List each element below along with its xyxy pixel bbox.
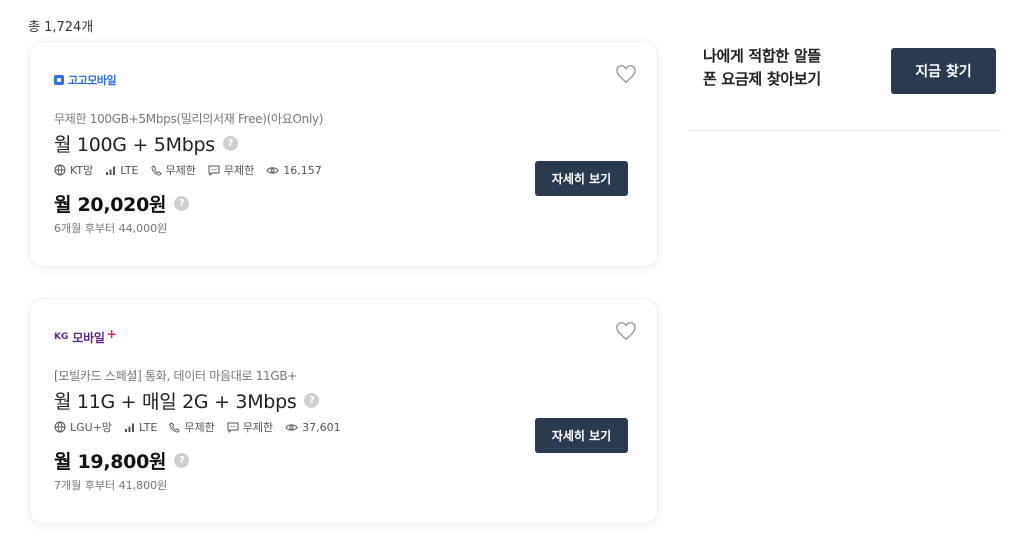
spec-calls-text: 무제한 xyxy=(165,164,196,177)
plan-subtitle: 무제한 100GB+5Mbps(밀리의서재 Free)(아요Only) xyxy=(54,112,324,126)
spec-type-text: LTE xyxy=(139,420,158,434)
help-icon[interactable]: ? xyxy=(174,453,190,468)
spec-sms-text: 무제한 xyxy=(223,164,255,177)
spec-network-text: KT망 xyxy=(70,164,94,177)
detail-button[interactable]: 자세히 보기 xyxy=(535,418,628,453)
eye-icon xyxy=(266,166,279,174)
spec-network: LGU+망 xyxy=(54,419,112,435)
spec-views: 37,601 xyxy=(285,421,341,434)
plan-price-text: 월 20,020원 xyxy=(54,194,167,216)
spec-type: LTE xyxy=(105,163,139,177)
spec-calls: 무제한 xyxy=(150,162,196,178)
price-after-period: 6개월 후부터 44,000원 xyxy=(54,222,168,235)
globe-icon xyxy=(54,164,66,176)
brand-kg: KG xyxy=(54,332,69,342)
spec-sms: 무제한 xyxy=(227,419,273,435)
plan-name-text: 월 100G + 5Mbps xyxy=(54,134,215,156)
plan-specs: LGU+망 LTE 무제한 무제한 37,601 xyxy=(54,419,341,435)
plan-subtitle: [모빌카드 스페셜] 통화, 데이터 마음대로 11GB+ xyxy=(54,369,298,383)
price-after-period: 7개월 후부터 41,800원 xyxy=(54,479,168,492)
message-icon xyxy=(208,165,220,176)
eye-icon xyxy=(285,423,298,431)
spec-sms: 무제한 xyxy=(208,162,254,178)
brand-mark-icon xyxy=(54,75,64,85)
help-icon[interactable]: ? xyxy=(174,196,190,211)
heart-icon[interactable] xyxy=(615,64,637,84)
brand-name: 고고모바일 xyxy=(68,74,117,87)
plan-name-text: 월 11G + 매일 2G + 3Mbps xyxy=(54,391,297,413)
spec-network: KT망 xyxy=(54,162,93,178)
promo-text: 나에게 적합한 알뜰 폰 요금제 찾아보기 xyxy=(703,45,821,91)
spec-calls-text: 무제한 xyxy=(184,421,215,434)
spec-calls: 무제한 xyxy=(169,419,215,435)
brand-logo: KG 모바일 + xyxy=(54,327,117,347)
divider xyxy=(688,130,1003,131)
total-count: 총 1,724개 xyxy=(28,20,94,35)
heart-icon[interactable] xyxy=(615,321,637,341)
spec-type-text: LTE xyxy=(120,163,139,177)
plan-card[interactable]: KG 모바일 + [모빌카드 스페셜] 통화, 데이터 마음대로 11GB+ 월… xyxy=(29,298,658,524)
plan-name: 월 11G + 매일 2G + 3Mbps ? xyxy=(54,387,320,414)
phone-icon xyxy=(150,164,162,176)
plan-name: 월 100G + 5Mbps ? xyxy=(54,130,238,157)
find-now-button[interactable]: 지금 찾기 xyxy=(891,48,996,94)
promo-line-1: 나에게 적합한 알뜰 xyxy=(703,47,821,65)
spec-sms-text: 무제한 xyxy=(242,421,274,434)
plan-specs: KT망 LTE 무제한 무제한 16,157 xyxy=(54,162,322,178)
brand-plus: + xyxy=(106,327,117,341)
spec-views: 16,157 xyxy=(266,164,322,177)
spec-views-text: 37,601 xyxy=(302,420,341,434)
signal-icon xyxy=(106,166,116,175)
phone-icon xyxy=(169,421,181,433)
plan-card[interactable]: 고고모바일 무제한 100GB+5Mbps(밀리의서재 Free)(아요Only… xyxy=(29,41,658,267)
plan-price: 월 19,800원 ? xyxy=(54,447,190,474)
signal-icon xyxy=(125,423,135,432)
brand-name: 모바일 xyxy=(72,330,105,345)
spec-network-text: LGU+망 xyxy=(70,421,113,434)
plan-price-text: 월 19,800원 xyxy=(54,451,167,473)
help-icon[interactable]: ? xyxy=(222,136,238,151)
spec-views-text: 16,157 xyxy=(283,163,322,177)
help-icon[interactable]: ? xyxy=(304,393,320,408)
plan-price: 월 20,020원 ? xyxy=(54,190,190,217)
brand-logo: 고고모바일 xyxy=(54,70,117,90)
detail-button[interactable]: 자세히 보기 xyxy=(535,161,628,196)
spec-type: LTE xyxy=(124,421,157,434)
globe-icon xyxy=(54,421,66,433)
promo-line-2: 폰 요금제 찾아보기 xyxy=(703,70,821,88)
message-icon xyxy=(227,422,239,433)
